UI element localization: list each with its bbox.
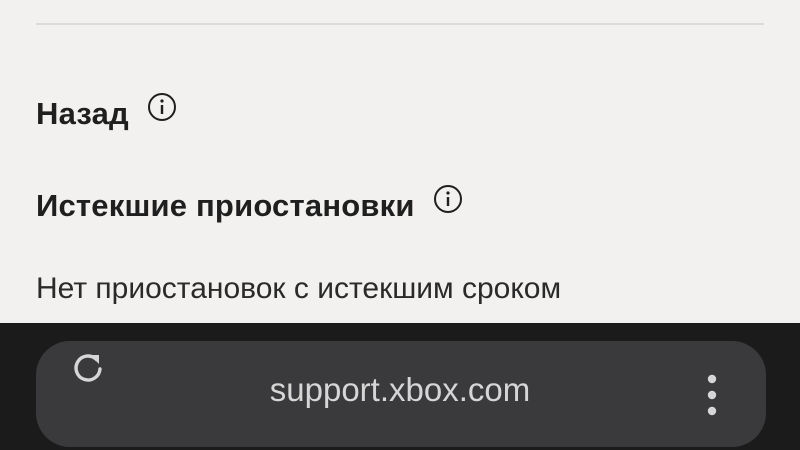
expired-heading-label: Истекшие приостановки	[36, 188, 415, 223]
url-text[interactable]: support.xbox.com	[0, 371, 800, 409]
info-icon[interactable]	[147, 92, 177, 122]
no-expired-suspensions-text: Нет приостановок с истекшим сроком	[36, 272, 562, 305]
section-divider	[36, 23, 764, 25]
more-vert-icon[interactable]	[694, 371, 730, 419]
info-icon[interactable]	[433, 184, 463, 214]
back-heading-label: Назад	[36, 96, 129, 131]
back-section-heading: Назад	[36, 93, 177, 132]
expired-suspensions-heading: Истекшие приостановки	[36, 185, 463, 224]
